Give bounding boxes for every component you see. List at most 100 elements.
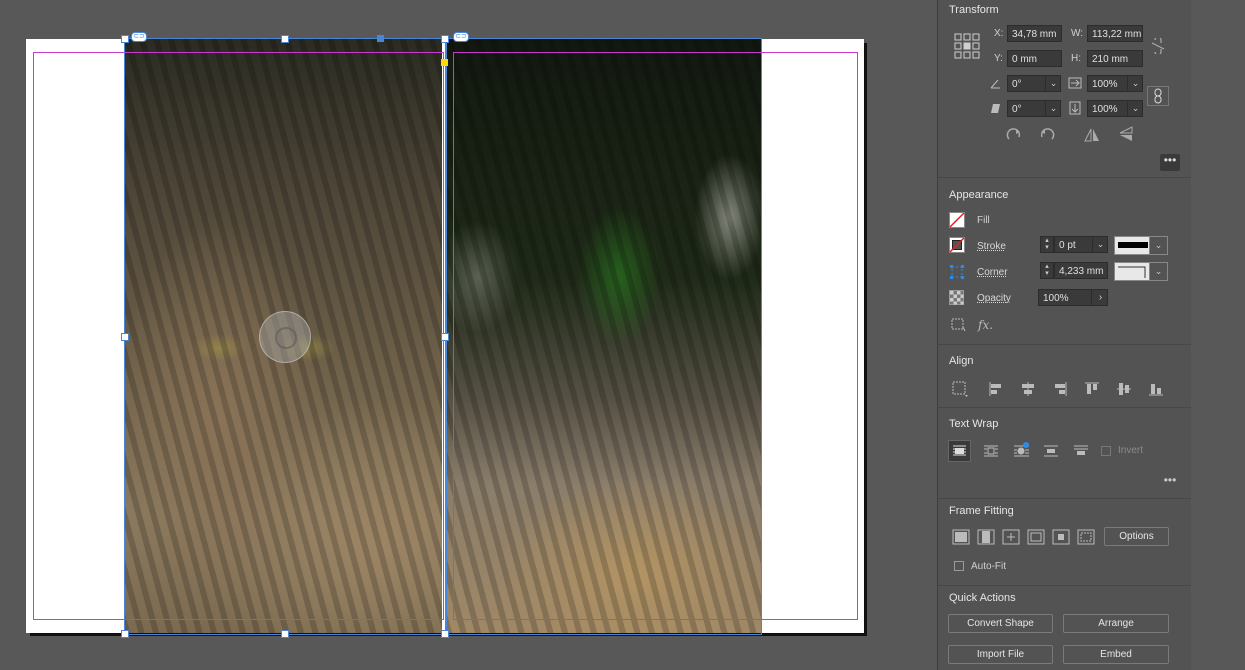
scale-y-icon	[1069, 101, 1081, 115]
fill-frame-proportionally-icon[interactable]	[952, 529, 970, 545]
corner-shape-preview	[1118, 266, 1146, 278]
content-grabber-donut[interactable]	[259, 311, 311, 363]
chevron-down-icon[interactable]: ⌄	[1045, 100, 1061, 117]
auto-fit-checkbox[interactable]	[954, 561, 964, 571]
align-vertical-center-icon[interactable]	[1116, 381, 1132, 397]
fit-frame-to-content-icon[interactable]	[1002, 529, 1020, 545]
fit-content-to-frame-icon[interactable]	[1027, 529, 1045, 545]
appearance-section: Appearance Fill Stroke ▴ ▾ 0 pt ⌄ ⌄ Corne…	[938, 178, 1191, 345]
width-field[interactable]: 113,22 mm	[1087, 25, 1143, 42]
resize-handle-bottom-left[interactable]	[121, 630, 129, 638]
jump-object-icon[interactable]	[1042, 443, 1060, 459]
fill-label: Fill	[977, 215, 990, 226]
convert-shape-button[interactable]: Convert Shape	[948, 614, 1053, 633]
fit-content-proportionally-icon[interactable]	[977, 529, 995, 545]
rotate-counterclockwise-icon[interactable]	[1038, 127, 1056, 143]
more-options-icon[interactable]: •••	[1160, 474, 1180, 486]
chevron-down-icon[interactable]: ⌄	[1127, 75, 1143, 92]
link-icon[interactable]: ⊂⊃	[453, 32, 469, 42]
invert-checkbox[interactable]	[1101, 446, 1111, 456]
opacity-checker-icon	[949, 290, 964, 305]
chevron-down-icon[interactable]: ⌄	[1045, 75, 1061, 92]
invert-label: Invert	[1118, 445, 1144, 456]
y-position-field[interactable]: 0 mm	[1007, 50, 1062, 67]
no-wrap-icon	[953, 445, 966, 456]
chevron-right-icon[interactable]: ›	[1091, 289, 1109, 306]
panel-dock-strip	[1191, 0, 1245, 670]
text-wrap-section: Text Wrap Invert •••	[938, 408, 1191, 499]
chevron-down-icon: ⌄	[1149, 237, 1167, 254]
section-title: Quick Actions	[949, 592, 1016, 604]
no-text-wrap-button[interactable]	[948, 440, 971, 462]
resize-handle-middle-right[interactable]	[441, 333, 449, 341]
import-file-button[interactable]: Import File	[948, 645, 1053, 664]
height-field[interactable]: 210 mm	[1087, 50, 1143, 67]
reference-point-icon[interactable]	[954, 33, 980, 59]
x-label: X:	[994, 28, 1004, 39]
resize-handle-middle-left[interactable]	[121, 333, 129, 341]
content-aware-fit-icon[interactable]	[1077, 529, 1095, 545]
constrain-scale-button[interactable]	[1147, 86, 1169, 106]
h-label: H:	[1071, 53, 1081, 64]
resize-handle-bottom-right[interactable]	[441, 630, 449, 638]
wrap-bounding-box-icon[interactable]	[982, 443, 1000, 459]
corner-size-field[interactable]: 4,233 mm	[1054, 262, 1108, 279]
shear-icon	[991, 104, 1000, 113]
wrap-object-shape-icon[interactable]	[1012, 441, 1032, 459]
section-title: Transform	[949, 4, 999, 16]
stroke-type-dropdown[interactable]: ⌄	[1114, 236, 1168, 255]
right-frame-outline	[446, 38, 762, 635]
resize-handle-top-left[interactable]	[121, 35, 129, 43]
chevron-down-icon[interactable]: ⌄	[1092, 236, 1108, 253]
corner-options-icon[interactable]	[949, 264, 965, 280]
section-title: Appearance	[949, 189, 1009, 201]
center-content-icon[interactable]	[1052, 529, 1070, 545]
arrange-button[interactable]: Arrange	[1063, 614, 1169, 633]
fill-swatch-icon[interactable]	[949, 212, 965, 228]
properties-panel: Transform X: 34,78 mm W: 113,22 mm Y: 0 …	[937, 0, 1192, 670]
link-chain-icon	[1154, 88, 1162, 104]
x-position-field[interactable]: 34,78 mm	[1007, 25, 1062, 42]
document-canvas[interactable]: ⊂⊃ ⊂⊃	[0, 0, 935, 670]
corner-stepper[interactable]: ▴ ▾	[1040, 262, 1054, 279]
embed-button[interactable]: Embed	[1063, 645, 1169, 664]
align-to-selection-icon[interactable]	[952, 381, 970, 398]
chevron-down-icon[interactable]: ⌄	[1127, 100, 1143, 117]
constrain-proportions-broken-icon[interactable]	[1151, 38, 1165, 54]
flip-vertical-icon[interactable]	[1118, 125, 1134, 143]
corner-shape-dropdown[interactable]: ⌄	[1114, 262, 1168, 281]
chevron-down-icon: ⌄	[1149, 263, 1167, 280]
fitting-options-button[interactable]: Options	[1104, 527, 1169, 546]
frame-select-icon[interactable]	[951, 318, 966, 332]
align-left-icon[interactable]	[988, 381, 1004, 397]
align-horizontal-center-icon[interactable]	[1020, 381, 1036, 397]
resize-handle-top-right[interactable]	[441, 35, 449, 43]
stroke-swatch-icon[interactable]	[949, 237, 965, 253]
section-title: Text Wrap	[949, 418, 999, 430]
align-section: Align	[938, 345, 1191, 408]
align-top-icon[interactable]	[1084, 381, 1100, 397]
resize-handle-top-center[interactable]	[281, 35, 289, 43]
rotate-angle-icon	[990, 79, 1000, 89]
content-grabber-handle[interactable]	[377, 35, 384, 42]
align-right-icon[interactable]	[1052, 381, 1068, 397]
quick-actions-section: Quick Actions Convert Shape Arrange Impo…	[938, 586, 1191, 670]
transform-section: Transform X: 34,78 mm W: 113,22 mm Y: 0 …	[938, 0, 1191, 178]
opacity-label[interactable]: Opacity	[977, 293, 1011, 304]
jump-to-next-column-icon[interactable]	[1072, 443, 1090, 459]
more-options-icon[interactable]: •••	[1160, 154, 1180, 171]
flip-horizontal-icon[interactable]	[1083, 127, 1101, 143]
stroke-label[interactable]: Stroke	[977, 241, 1006, 252]
section-title: Frame Fitting	[949, 505, 1014, 517]
y-label: Y:	[994, 53, 1003, 64]
w-label: W:	[1071, 28, 1084, 39]
stroke-stepper[interactable]: ▴ ▾	[1040, 236, 1054, 253]
fx-effects-icon[interactable]: fx.	[978, 318, 993, 332]
corner-label[interactable]: Corner	[977, 267, 1008, 278]
rotate-clockwise-icon[interactable]	[1005, 127, 1023, 143]
stroke-line-preview	[1118, 242, 1148, 248]
resize-handle-bottom-center[interactable]	[281, 630, 289, 638]
link-icon[interactable]: ⊂⊃	[131, 32, 147, 42]
align-bottom-icon[interactable]	[1148, 381, 1164, 397]
live-corner-handle[interactable]	[441, 59, 448, 66]
